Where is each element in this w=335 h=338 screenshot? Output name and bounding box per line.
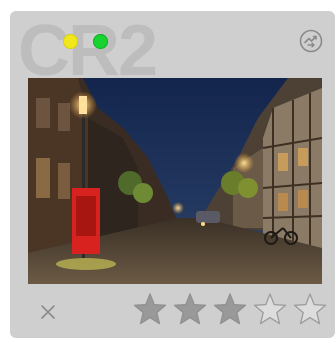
star-4-icon[interactable]	[253, 292, 287, 326]
star-3-icon[interactable]	[213, 292, 247, 326]
photo-preview[interactable]	[28, 78, 322, 284]
swap-settings-icon[interactable]	[298, 28, 324, 54]
star-5-icon[interactable]	[293, 292, 327, 326]
green-status-dot	[93, 34, 108, 49]
close-icon[interactable]	[38, 302, 58, 322]
star-rating[interactable]	[133, 292, 335, 326]
yellow-status-dot	[63, 34, 78, 49]
image-thumbnail-card[interactable]: CR2	[10, 11, 335, 338]
star-1-icon[interactable]	[133, 292, 167, 326]
star-2-icon[interactable]	[173, 292, 207, 326]
